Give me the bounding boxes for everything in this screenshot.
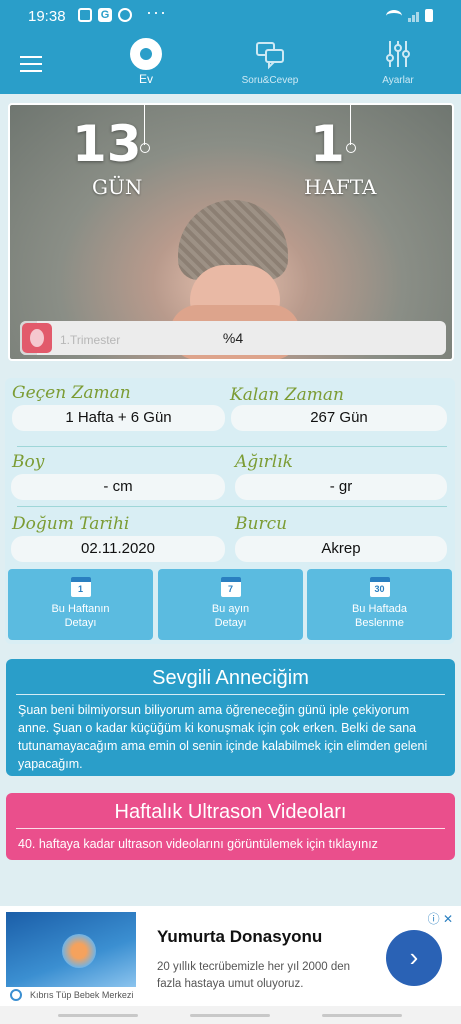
baby-icon: [130, 38, 162, 70]
pregnancy-info-panel: Geçen Zaman 1 Hafta + 6 Gün Kalan Zaman …: [5, 378, 455, 644]
weeks-count: 1: [310, 115, 345, 173]
month-detail-line1: Bu ayın: [211, 603, 250, 615]
nav-handle[interactable]: [322, 1014, 402, 1017]
tab-home-label: Ev: [138, 72, 153, 86]
google-icon: G: [98, 8, 112, 22]
hamburger-menu-icon[interactable]: [20, 56, 42, 72]
ultrasound-videos-text: 40. haftaya kadar ultrason videolarını g…: [18, 837, 378, 851]
tab-settings-label: Ayarlar: [382, 75, 414, 86]
signal-icon: [408, 10, 419, 22]
nav-handle[interactable]: [190, 1014, 270, 1017]
status-bar: 19:38 G ···: [0, 0, 461, 34]
birth-date-label: Doğum Tarihi: [12, 514, 130, 534]
ad-choices-icon[interactable]: ⓘ ✕: [428, 910, 453, 927]
tab-settings[interactable]: Ayarlar: [368, 38, 428, 86]
ad-source: Kıbrıs Tüp Bebek Merkezi: [30, 990, 134, 1000]
pregnancy-progress-bar: 1.Trimester %4: [20, 321, 446, 355]
system-icons: [386, 9, 433, 22]
pregnancy-hero: 13 GÜN 1 HAFTA 1.Trimester %4: [8, 103, 454, 361]
elapsed-value: 1 Hafta + 6 Gün: [12, 405, 225, 431]
calendar-icon: 30: [369, 577, 390, 597]
weight-value: - gr: [235, 474, 447, 500]
advertiser-logo-icon: [10, 989, 22, 1001]
divider: [17, 446, 447, 447]
divider: [16, 694, 445, 695]
tab-questions-label: Soru&Cevep: [241, 75, 299, 86]
remaining-label: Kalan Zaman: [230, 385, 344, 405]
top-nav: Ev Soru&Cevep Ayarlar: [0, 34, 461, 94]
week-detail-line2: Detayı: [64, 617, 97, 629]
ultrasound-videos-card[interactable]: Haftalık Ultrason Videoları 40. haftaya …: [6, 793, 455, 860]
nav-handle[interactable]: [58, 1014, 138, 1017]
week-detail-line1: Bu Haftanın: [51, 603, 110, 615]
ad-image: [6, 912, 136, 987]
month-detail-button[interactable]: 7 Bu ayın Detayı: [158, 569, 303, 640]
chat-icon: [256, 42, 284, 70]
hanging-ornament-icon: [140, 105, 150, 153]
days-count: 13: [72, 115, 142, 173]
divider: [17, 506, 447, 507]
battery-icon: [425, 9, 433, 22]
baby-message-text: Şuan beni bilmiyorsun biliyorum ama öğre…: [18, 703, 428, 771]
wifi-icon: [386, 10, 402, 22]
system-nav-bar: [0, 1006, 461, 1024]
calendar-icon: 1: [70, 577, 91, 597]
more-notifications-icon: ···: [146, 2, 167, 22]
divider: [16, 828, 445, 829]
progress-percent: %4: [222, 330, 244, 346]
weight-label: Ağırlık: [235, 452, 293, 472]
app-notification-icon: [118, 8, 132, 22]
nutrition-line2: Beslenme: [355, 617, 404, 629]
week-detail-button[interactable]: 1 Bu Haftanın Detayı: [8, 569, 153, 640]
remaining-value: 267 Gün: [231, 405, 447, 431]
weeks-label: HAFTA: [304, 175, 377, 199]
ultrasound-videos-title: Haftalık Ultrason Videoları: [114, 801, 347, 823]
sliders-icon: [386, 41, 410, 67]
zodiac-label: Burcu: [235, 514, 288, 534]
ad-description: 20 yıllık tecrübemizle her yıl 2000 den …: [157, 961, 351, 990]
height-label: Boy: [12, 452, 45, 472]
ad-open-button[interactable]: ›: [386, 930, 442, 986]
calendar-icon: 7: [220, 577, 241, 597]
ad-title: Yumurta Donasyonu: [157, 927, 323, 946]
month-detail-line2: Detayı: [214, 617, 247, 629]
notification-icons: G: [78, 8, 132, 22]
status-time: 19:38: [28, 8, 66, 25]
egg-cell-icon: [62, 934, 96, 968]
elapsed-label: Geçen Zaman: [12, 383, 131, 403]
birth-date-value: 02.11.2020: [11, 536, 225, 562]
hanging-ornament-icon: [346, 105, 356, 153]
tab-home[interactable]: Ev: [122, 38, 170, 86]
ad-banner[interactable]: Kıbrıs Tüp Bebek Merkezi Yumurta Donasyo…: [0, 906, 461, 1006]
nutrition-line1: Bu Haftada: [351, 603, 408, 615]
nutrition-button[interactable]: 30 Bu Haftada Beslenme: [307, 569, 452, 640]
instagram-icon: [78, 8, 92, 22]
baby-message-title: Sevgili Anneciğim: [152, 667, 309, 689]
days-label: GÜN: [92, 175, 143, 199]
tab-questions[interactable]: Soru&Cevep: [230, 38, 310, 86]
zodiac-value: Akrep: [235, 536, 447, 562]
height-value: - cm: [11, 474, 225, 500]
baby-message-card[interactable]: Sevgili Anneciğim Şuan beni bilmiyorsun …: [6, 659, 455, 776]
